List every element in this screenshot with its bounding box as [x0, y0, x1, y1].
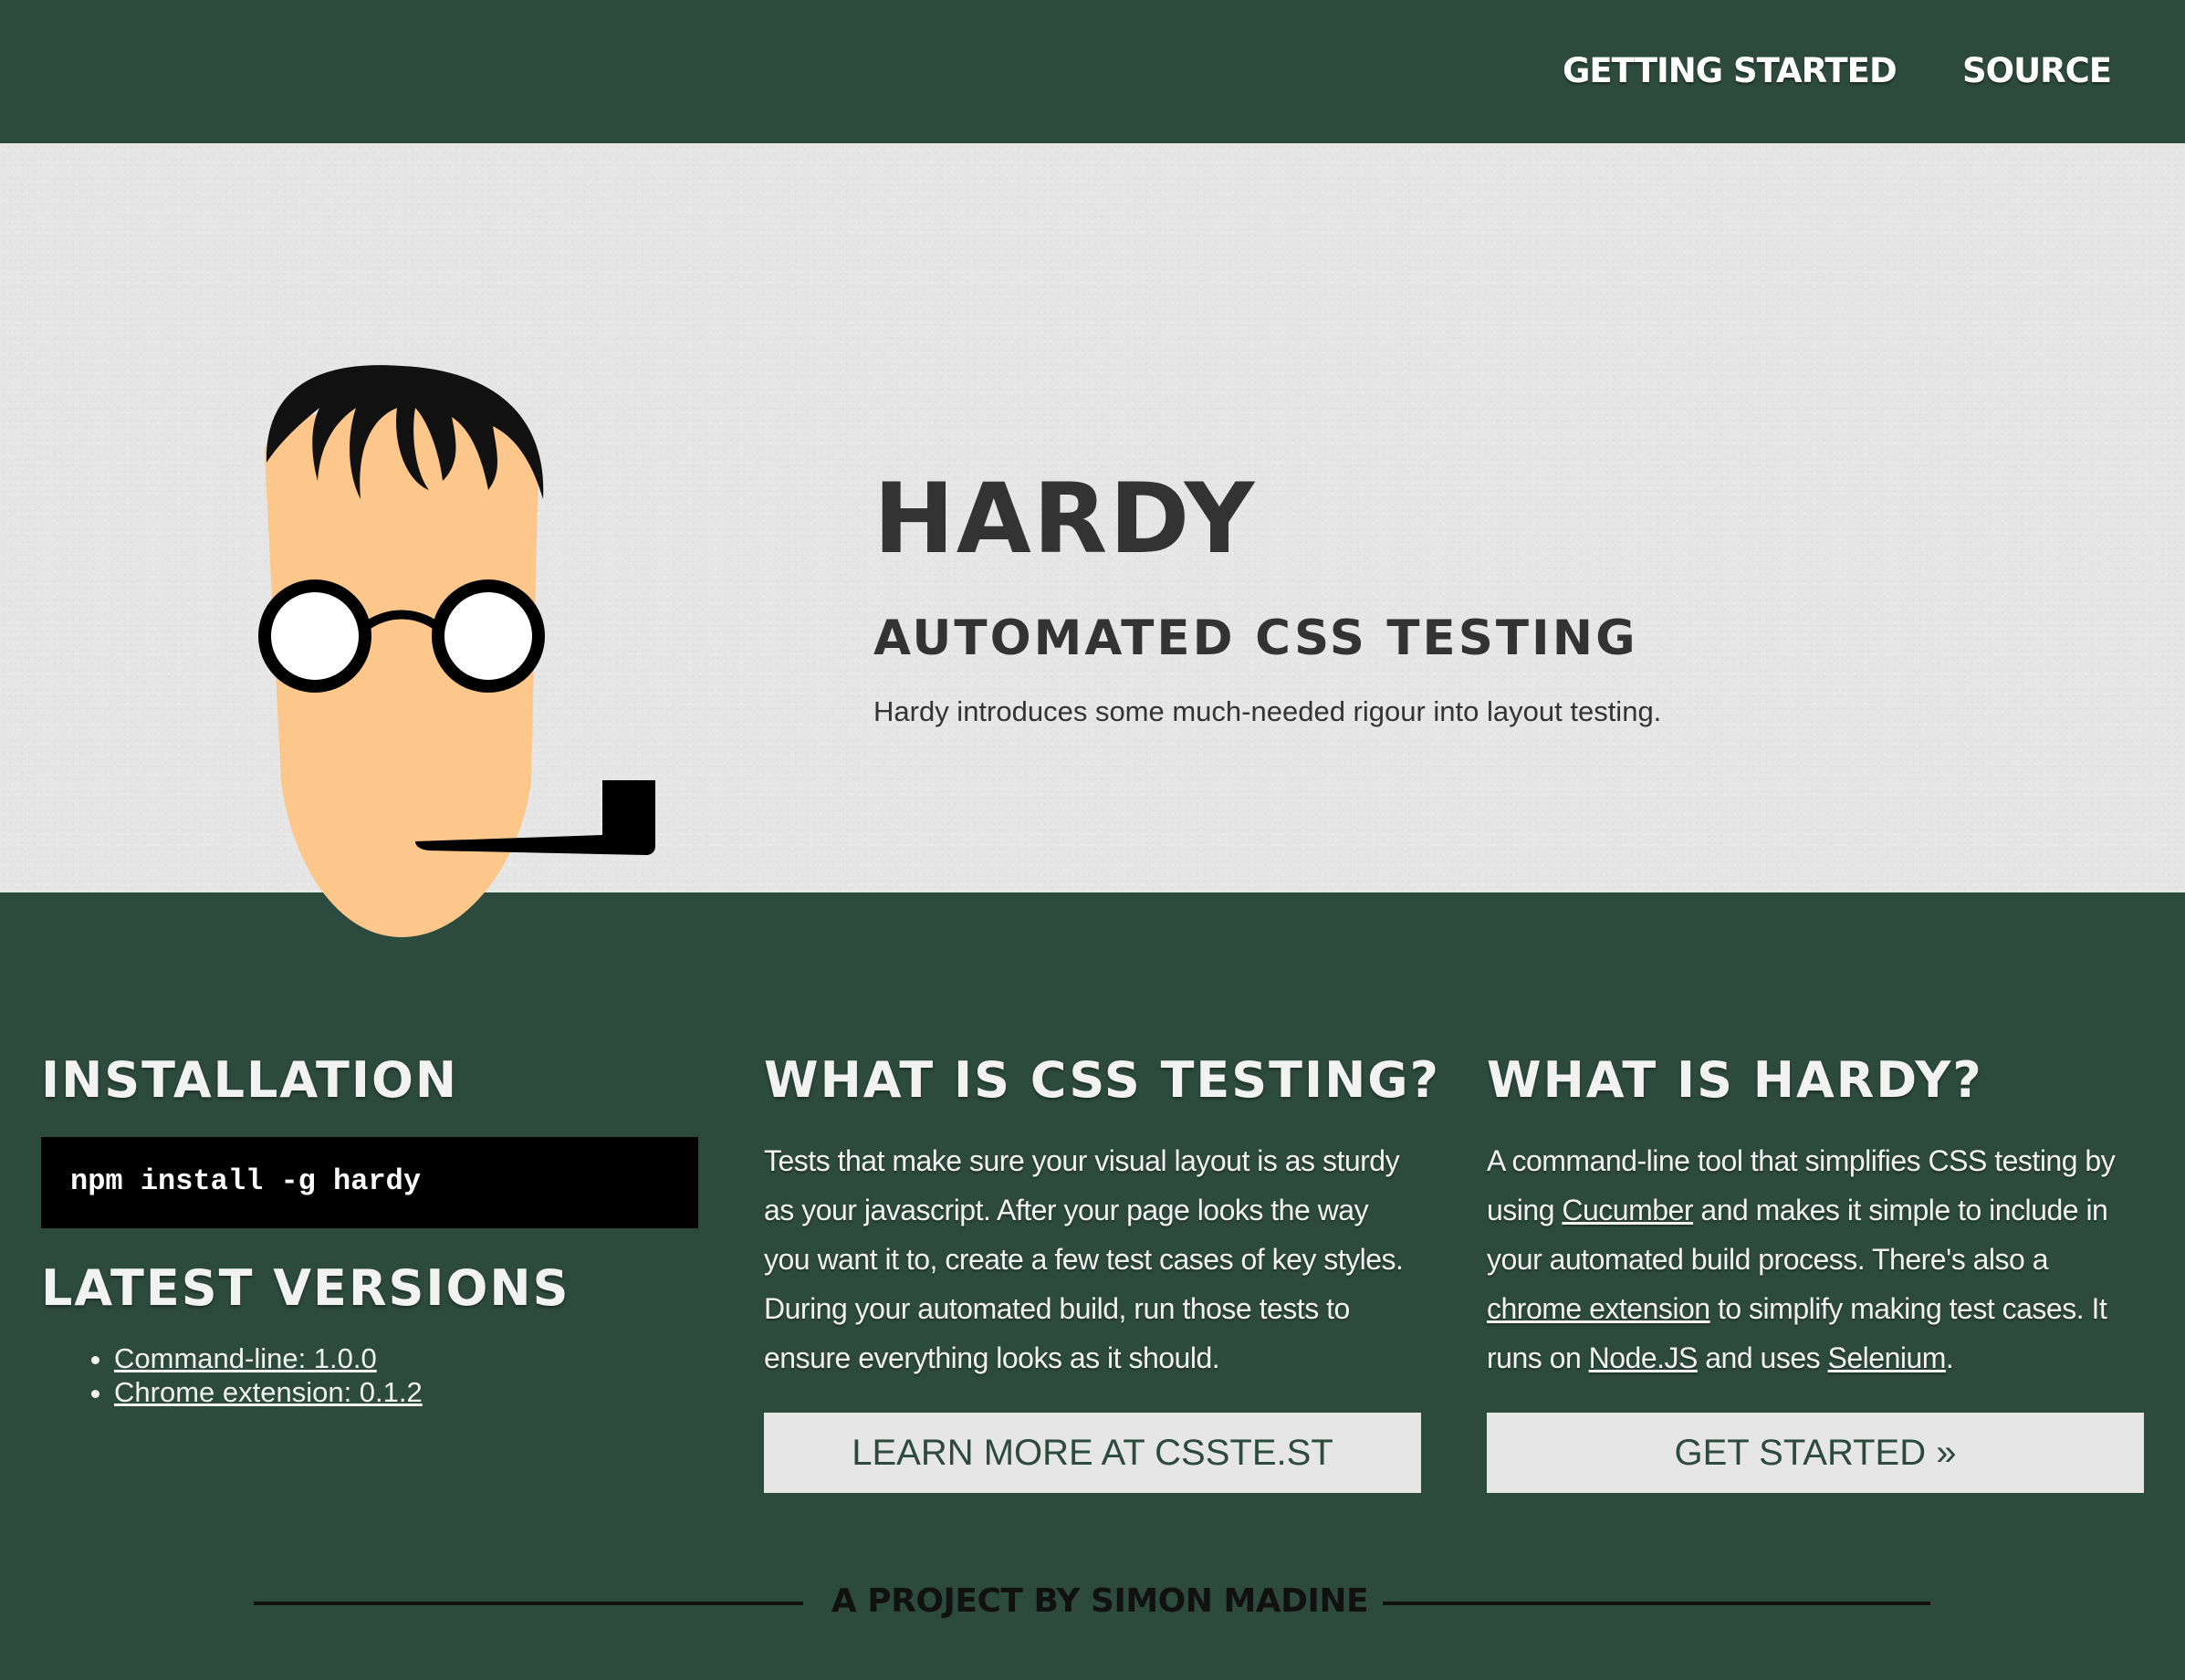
hero-lead-text: Hardy introduces some much-needed rigour…: [873, 695, 1662, 727]
install-command-code[interactable]: npm install -g hardy: [41, 1137, 698, 1228]
nav-link-getting-started[interactable]: GETTING STARTED: [1563, 51, 1898, 90]
top-nav: GETTING STARTED SOURCE: [0, 0, 2185, 143]
text-segment: .: [1945, 1341, 1954, 1374]
get-started-button[interactable]: GET STARTED »: [1487, 1413, 2144, 1493]
footer-credit: A PROJECT BY SIMON MADINE: [831, 1582, 1369, 1620]
css-testing-description: Tests that make sure your visual layout …: [764, 1144, 1404, 1374]
css-testing-heading: WHAT IS CSS TESTING?: [764, 1051, 1440, 1109]
footer-divider-right: [1383, 1602, 1930, 1605]
text-segment: and uses: [1697, 1341, 1828, 1374]
version-link-chrome-extension[interactable]: Chrome extension: 0.1.2: [114, 1376, 423, 1408]
learn-more-button[interactable]: LEARN MORE AT CSSTE.ST: [764, 1413, 1421, 1493]
what-is-hardy-description: A command-line tool that simplifies CSS …: [1487, 1136, 2144, 1383]
footer-divider-left: [254, 1602, 803, 1605]
list-item: Command-line: 1.0.0: [114, 1341, 423, 1375]
nav-link-source[interactable]: SOURCE: [1962, 51, 2112, 90]
cucumber-link[interactable]: Cucumber: [1562, 1194, 1693, 1226]
hero-section: HARDY AUTOMATED CSS TESTING Hardy introd…: [0, 143, 2185, 937]
nodejs-link[interactable]: Node.JS: [1589, 1341, 1699, 1374]
selenium-link[interactable]: Selenium: [1828, 1341, 1947, 1374]
latest-versions-heading: LATEST VERSIONS: [41, 1259, 570, 1317]
version-link-command-line[interactable]: Command-line: 1.0.0: [114, 1342, 377, 1374]
what-is-hardy-heading: WHAT IS HARDY?: [1487, 1051, 1983, 1109]
hero-title: HARDY: [873, 463, 1257, 575]
list-item: Chrome extension: 0.1.2: [114, 1375, 423, 1409]
installation-heading: INSTALLATION: [41, 1051, 459, 1109]
hardy-mascot-icon: [258, 365, 655, 937]
versions-list: Command-line: 1.0.0 Chrome extension: 0.…: [73, 1341, 423, 1409]
hero-subtitle: AUTOMATED CSS TESTING: [873, 610, 1638, 666]
chrome-extension-link[interactable]: chrome extension: [1487, 1292, 1710, 1325]
